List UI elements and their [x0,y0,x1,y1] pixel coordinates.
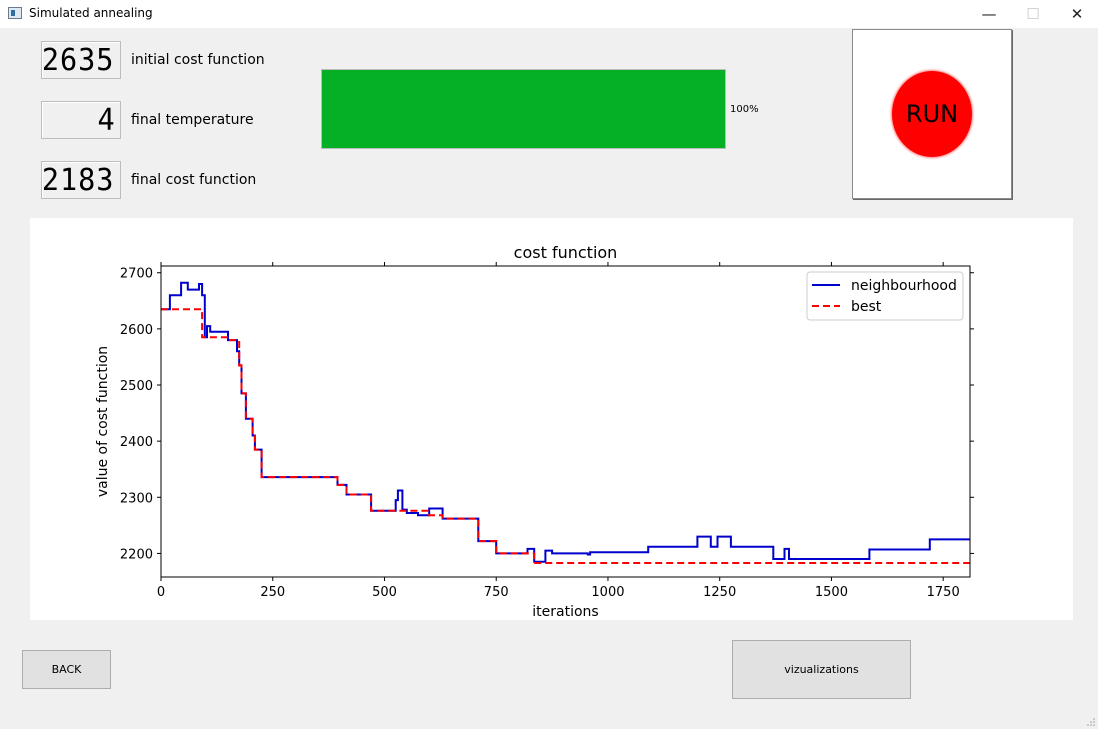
final-temperature-label: final temperature [131,112,254,128]
initial-cost-value: 2635 [41,42,115,78]
progress-percent: 100% [730,104,759,115]
x-tick-label: 0 [157,585,165,600]
chart-svg: 0 250 500 750 1000 1250 1500 1750 2200 2300 2400 25… [95,243,974,620]
x-tick-label: 1250 [703,585,736,600]
x-tick-label: 1000 [591,585,624,600]
series-line-1 [161,308,970,564]
y-tick-label: 2600 [120,323,153,338]
progress-bar [321,69,726,149]
x-tick-label: 1500 [815,585,848,600]
resize-grip-icon[interactable] [1086,717,1096,727]
initial-cost-display: 2635 [41,41,121,79]
window-title: Simulated annealing [29,6,153,20]
initial-cost-label: initial cost function [131,52,265,68]
x-tick-label: 500 [372,585,397,600]
close-button[interactable]: ✕ [1054,0,1098,28]
app-icon [8,7,22,19]
final-cost-label: final cost function [131,172,257,188]
run-button[interactable]: RUN [892,71,972,157]
maximize-button[interactable]: ☐ [1010,0,1056,28]
legend-label: best [851,299,882,315]
final-cost-display: 2183 [41,161,121,199]
run-panel: RUN [852,29,1012,199]
progress-fill [322,70,725,148]
final-cost-value: 2183 [41,162,115,198]
chart-title: cost function [514,243,618,262]
title-bar: Simulated annealing — ☐ ✕ [0,0,1098,28]
y-tick-label: 2200 [120,547,153,562]
x-tick-label: 1750 [927,585,960,600]
y-tick-label: 2700 [120,267,153,282]
final-temperature-display: 4 [41,101,121,139]
x-tick-label: 750 [484,585,509,600]
x-axis-label: iterations [532,604,598,620]
x-tick-label: 250 [260,585,285,600]
legend-label: neighbourhood [851,278,957,294]
y-axis-label: value of cost function [95,346,111,497]
final-temperature-value: 4 [97,102,116,138]
visualizations-button[interactable]: vizualizations [732,640,911,699]
y-tick-label: 2300 [120,491,153,506]
series-line-0 [161,281,970,563]
minimize-button[interactable]: — [966,0,1012,28]
back-button[interactable]: BACK [22,650,111,689]
y-tick-label: 2400 [120,435,153,450]
cost-function-chart: 0 250 500 750 1000 1250 1500 1750 2200 2300 2400 25… [30,218,1073,620]
y-tick-label: 2500 [120,379,153,394]
